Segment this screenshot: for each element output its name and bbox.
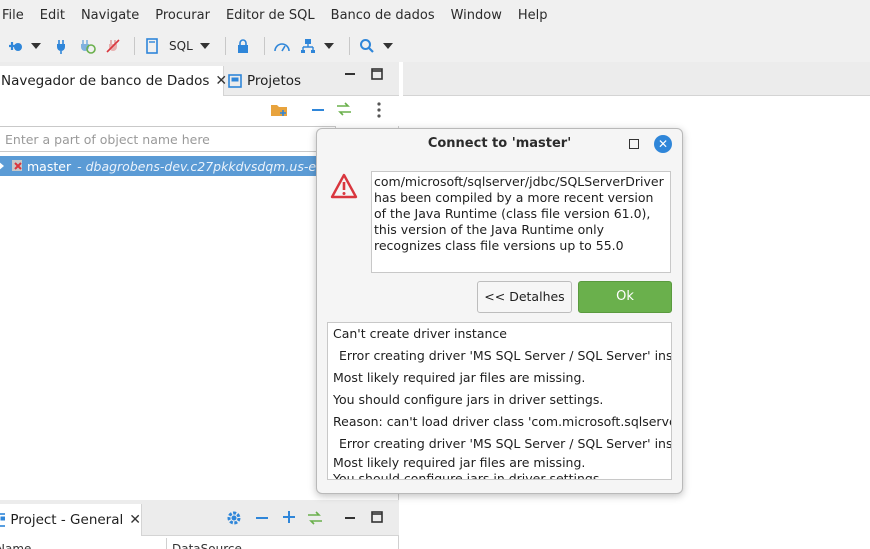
connection-host: - dbagrobens-dev.c27pkkdvsdqm.us-east-1 (77, 158, 348, 174)
detail-line: Can't create driver instance (333, 326, 507, 341)
chevron-down-icon[interactable] (323, 35, 335, 57)
connection-name: master (27, 158, 72, 174)
detail-line: Most likely required jar files are missi… (333, 370, 586, 385)
collapse-all-icon[interactable] (255, 512, 269, 528)
connect-error-dialog: Connect to 'master' ✕ com/microsoft/sqls… (316, 128, 683, 494)
collapse-all-icon[interactable] (311, 104, 325, 120)
tab-projetos[interactable]: Projetos (228, 66, 301, 96)
gear-icon[interactable] (226, 510, 242, 530)
link-with-editor-icon[interactable] (336, 102, 352, 120)
details-button[interactable]: << Detalhes (477, 281, 572, 313)
disconnect-icon[interactable] (102, 35, 124, 57)
navigator-tabbar: Navegador de banco de Dados ✕ Projetos (0, 62, 399, 96)
tab-project-general[interactable]: Project - General ✕ (0, 504, 142, 536)
close-icon[interactable]: ✕ (654, 135, 672, 153)
detail-line: Most likely required jar files are missi… (333, 455, 586, 470)
navigator-toolbar (0, 96, 399, 126)
toolbar-separator (263, 37, 265, 55)
toolbar-separator (348, 37, 350, 55)
menu-window[interactable]: Window (443, 8, 510, 23)
column-divider (166, 538, 167, 549)
menu-banco-de-dados[interactable]: Banco de dados (323, 8, 443, 23)
ok-button[interactable]: Ok (578, 281, 672, 313)
lock-icon[interactable] (232, 35, 254, 57)
view-menu-icon[interactable] (376, 101, 382, 123)
project-general-panel: Project - General ✕ Name DataSource (0, 500, 399, 549)
search-icon[interactable] (356, 35, 378, 57)
menu-file[interactable]: File (0, 8, 32, 23)
toolbar-separator (224, 37, 226, 55)
minimize-icon[interactable] (344, 68, 356, 83)
connect-icon[interactable] (50, 35, 72, 57)
minimize-icon[interactable] (344, 512, 356, 528)
object-filter-input[interactable] (0, 126, 336, 152)
expand-all-icon[interactable] (282, 510, 296, 528)
maximize-icon[interactable] (629, 139, 639, 149)
error-details-text[interactable]: Can't create driver instance Error creat… (327, 322, 672, 480)
column-header-datasource[interactable]: DataSource (172, 538, 242, 549)
close-icon[interactable]: ✕ (129, 512, 141, 528)
menubar: File Edit Navigate Procurar Editor de SQ… (0, 0, 870, 30)
expand-arrow-icon[interactable] (0, 159, 6, 174)
menu-edit[interactable]: Edit (32, 8, 73, 23)
project-tabbar: Project - General ✕ (0, 500, 399, 536)
chevron-down-icon[interactable] (382, 35, 394, 57)
warning-icon (330, 173, 358, 203)
tab-database-navigator[interactable]: Navegador de banco de Dados ✕ (0, 66, 227, 96)
chevron-down-icon[interactable] (199, 35, 211, 57)
menu-procurar[interactable]: Procurar (147, 8, 218, 23)
close-icon[interactable]: ✕ (215, 73, 227, 89)
maximize-icon[interactable] (371, 511, 383, 527)
menu-editor-sql[interactable]: Editor de SQL (218, 8, 323, 23)
sql-server-error-icon (11, 158, 25, 175)
detail-line: Error creating driver 'MS SQL Server / S… (339, 436, 672, 451)
detail-line: You should configure jars in driver sett… (333, 392, 604, 407)
maximize-icon[interactable] (371, 68, 383, 83)
link-with-editor-icon[interactable] (307, 511, 323, 529)
error-message: com/microsoft/sqlserver/jdbc/SQLServerDr… (371, 171, 671, 273)
detail-line: Error creating driver 'MS SQL Server / S… (339, 348, 672, 363)
tab-label: Project - General (10, 512, 124, 528)
editor-tabbar (403, 62, 870, 96)
tab-label: Projetos (247, 73, 302, 89)
chevron-down-icon[interactable] (30, 35, 42, 57)
tab-label: Navegador de banco de Dados (1, 73, 210, 89)
invalidate-reconnect-icon[interactable] (76, 35, 98, 57)
sql-button-label[interactable]: SQL (169, 39, 193, 53)
dashboard-icon[interactable] (271, 35, 293, 57)
sql-editor-icon[interactable] (141, 35, 163, 57)
new-folder-icon[interactable] (270, 102, 288, 122)
toolbar-separator (134, 37, 135, 55)
database-tasks-icon[interactable] (297, 35, 319, 57)
menu-help[interactable]: Help (510, 8, 556, 23)
project-icon (228, 74, 242, 88)
main-toolbar: SQL (0, 30, 870, 62)
menu-navigate[interactable]: Navigate (73, 8, 147, 23)
detail-line: You should configure jars in driver sett… (333, 471, 604, 480)
new-connection-icon[interactable] (4, 35, 26, 57)
dialog-title: Connect to 'master' (427, 136, 572, 151)
project-icon (0, 513, 6, 527)
column-header-name[interactable]: Name (0, 538, 31, 549)
detail-line: Reason: can't load driver class 'com.mic… (333, 414, 672, 429)
